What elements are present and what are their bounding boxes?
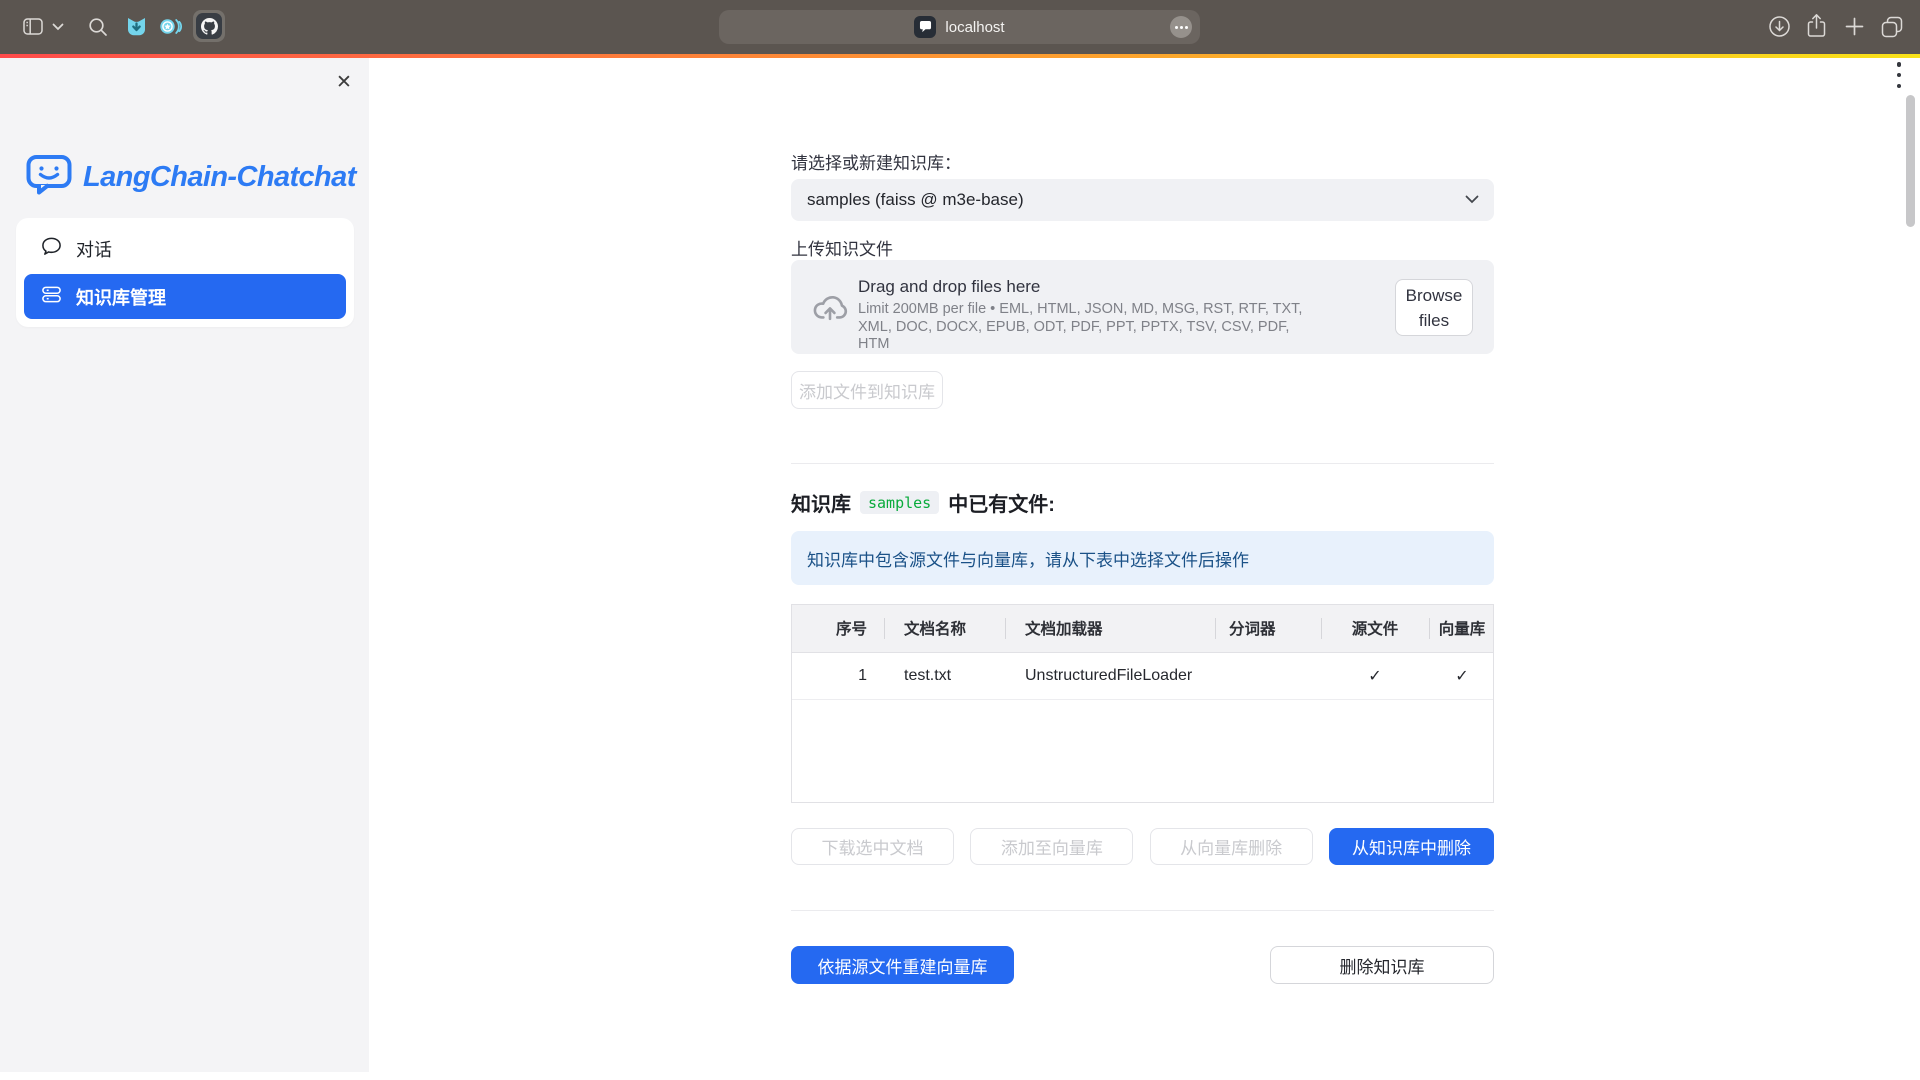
- sidebar-toggle-icon[interactable]: [23, 18, 43, 35]
- delete-from-vector-store-button[interactable]: 从向量库删除: [1150, 828, 1313, 865]
- col-header-source[interactable]: 源文件: [1321, 605, 1429, 652]
- col-header-splitter[interactable]: 分词器: [1215, 605, 1321, 652]
- dropzone-text: Drag and drop files here Limit 200MB per…: [858, 275, 1310, 354]
- cell-loader[interactable]: UnstructuredFileLoader: [1005, 652, 1215, 699]
- add-to-vector-store-button[interactable]: 添加至向量库: [970, 828, 1133, 865]
- app-menu-icon[interactable]: [1893, 62, 1905, 88]
- browse-files-button[interactable]: Browse files: [1395, 279, 1473, 336]
- chevron-down-icon[interactable]: [52, 23, 64, 31]
- kb-name-code: samples: [860, 491, 939, 514]
- upload-label: 上传知识文件: [791, 235, 893, 260]
- kb-files-heading: 知识库 samples 中已有文件:: [791, 488, 1055, 517]
- extension-record-icon[interactable]: [159, 16, 182, 37]
- cell-name[interactable]: test.txt: [884, 652, 1005, 699]
- col-header-loader[interactable]: 文档加载器: [1005, 605, 1215, 652]
- heading-suffix: 中已有文件:: [948, 488, 1055, 517]
- delete-kb-button[interactable]: 删除知识库: [1270, 946, 1494, 984]
- table-header-row: 序号 文档名称 文档加载器 分词器 源文件 向量库: [792, 605, 1494, 652]
- dropzone-title: Drag and drop files here: [858, 275, 1310, 299]
- info-banner: 知识库中包含源文件与向量库，请从下表中选择文件后操作: [791, 531, 1494, 585]
- cell-index[interactable]: 1: [792, 652, 884, 699]
- table-row[interactable]: 1 test.txt UnstructuredFileLoader ✓ ✓: [792, 652, 1494, 699]
- cell-vector-check[interactable]: ✓: [1429, 652, 1494, 699]
- divider: [791, 910, 1494, 911]
- app-logo: LangChain-Chatchat: [26, 154, 356, 200]
- sidebar-close-icon[interactable]: ✕: [330, 68, 358, 96]
- cell-source-check[interactable]: ✓: [1321, 652, 1429, 699]
- new-tab-icon[interactable]: [1845, 17, 1864, 36]
- select-chevron-down-icon: [1465, 191, 1479, 209]
- sidebar-menu: 对话 知识库管理: [16, 218, 354, 327]
- sidebar-item-label: 知识库管理: [76, 284, 166, 310]
- github-extension-highlight[interactable]: [193, 10, 225, 42]
- kb-files-table: 序号 文档名称 文档加载器 分词器 源文件 向量库 1 test.txt Uns…: [791, 604, 1494, 803]
- scrollbar-thumb[interactable]: [1906, 95, 1915, 227]
- download-selected-button[interactable]: 下载选中文档: [791, 828, 954, 865]
- logo-chat-bubble-icon: [26, 154, 72, 200]
- add-files-to-kb-button[interactable]: 添加文件到知识库: [791, 371, 943, 409]
- sidebar-item-dialogue[interactable]: 对话: [24, 226, 346, 271]
- search-icon[interactable]: [88, 17, 108, 37]
- knowledge-base-icon: [41, 284, 62, 310]
- logo-text: LangChain-Chatchat: [83, 161, 356, 194]
- github-icon: [196, 13, 222, 39]
- col-header-index[interactable]: 序号: [792, 605, 884, 652]
- delete-from-kb-button[interactable]: 从知识库中删除: [1329, 828, 1494, 865]
- divider: [791, 463, 1494, 464]
- col-header-name[interactable]: 文档名称: [884, 605, 1005, 652]
- sidebar: ✕ LangChain-Chatchat 对话: [0, 58, 369, 1072]
- chat-bubble-icon: [41, 236, 62, 262]
- cell-splitter[interactable]: [1215, 652, 1321, 699]
- kb-select-label: 请选择或新建知识库：: [791, 149, 961, 174]
- cloud-upload-icon: [812, 290, 848, 329]
- tabs-overview-icon[interactable]: [1881, 16, 1903, 38]
- rebuild-vector-store-button[interactable]: 依据源文件重建向量库: [791, 946, 1014, 984]
- main-content: 请选择或新建知识库： samples (faiss @ m3e-base) 上传…: [791, 0, 1494, 1080]
- heading-prefix: 知识库: [791, 488, 851, 517]
- file-dropzone[interactable]: Drag and drop files here Limit 200MB per…: [791, 260, 1494, 354]
- col-header-vector[interactable]: 向量库: [1429, 605, 1494, 652]
- sidebar-item-label: 对话: [76, 236, 112, 262]
- share-icon[interactable]: [1806, 13, 1827, 39]
- kb-select[interactable]: samples (faiss @ m3e-base): [791, 179, 1494, 221]
- extension-arrow-icon[interactable]: [127, 16, 146, 37]
- sidebar-item-kb-management[interactable]: 知识库管理: [24, 274, 346, 319]
- kb-select-value: samples (faiss @ m3e-base): [791, 190, 1465, 210]
- dropzone-limit: Limit 200MB per file • EML, HTML, JSON, …: [858, 301, 1310, 354]
- downloads-icon[interactable]: [1768, 15, 1791, 38]
- row-action-buttons: 下载选中文档 添加至向量库 从向量库删除 从知识库中删除: [791, 828, 1494, 865]
